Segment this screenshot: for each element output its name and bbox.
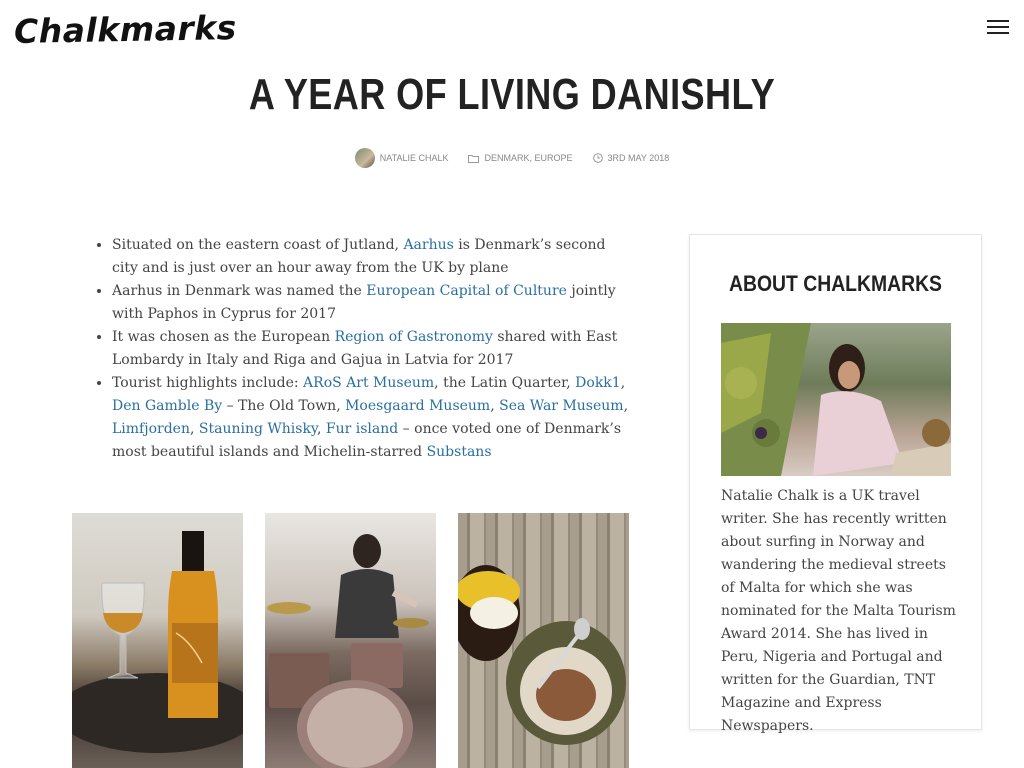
bullet-text: , <box>620 375 626 391</box>
inline-link[interactable]: European Capital of Culture <box>366 283 567 299</box>
bullet-text: Situated on the eastern coast of Jutland… <box>112 237 404 253</box>
bullet-text: Tourist highlights include: <box>112 375 304 391</box>
author-photo <box>721 323 951 476</box>
post-content: Situated on the eastern coast of Jutland… <box>92 234 632 464</box>
post-meta: NATALIE CHALK DENMARK, EUROPE 3RD MAY 20… <box>0 148 1024 168</box>
inline-link[interactable]: ARoS Art Museum <box>303 375 434 391</box>
meta-date: 3RD MAY 2018 <box>592 153 670 163</box>
bullet-text: Aarhus in Denmark was named the <box>112 283 367 299</box>
bullet-text: , <box>490 398 500 414</box>
bullet-item: Aarhus in Denmark was named the European… <box>112 280 632 326</box>
site-logo[interactable]: Chalkmarks <box>14 8 237 51</box>
about-widget: ABOUT CHALKMARKS Natalie Chalk is a UK t… <box>689 234 982 734</box>
folder-icon <box>468 154 480 163</box>
bullet-item: Tourist highlights include: ARoS Art Mus… <box>112 372 632 464</box>
bullet-text: , the Latin Quarter, <box>434 375 576 391</box>
inline-link[interactable]: Aarhus <box>403 237 453 253</box>
bullet-item: Situated on the eastern coast of Jutland… <box>112 234 632 280</box>
bullet-text: – The Old Town, <box>222 398 346 414</box>
drums-photo <box>265 513 436 768</box>
category-link[interactable]: EUROPE <box>535 153 573 163</box>
category-link[interactable]: DENMARK <box>484 153 529 163</box>
bullet-item: It was chosen as the European Region of … <box>112 326 632 372</box>
inline-link[interactable]: Sea War Museum <box>499 398 623 414</box>
inline-link[interactable]: Fur island <box>326 421 398 437</box>
inline-link[interactable]: Stauning Whisky <box>199 421 317 437</box>
inline-link[interactable]: Limfjorden <box>112 421 190 437</box>
author-avatar <box>354 148 375 168</box>
bullet-text: , <box>623 398 629 414</box>
about-bio: Natalie Chalk is a UK travel writer. She… <box>721 488 956 734</box>
widget-title: ABOUT CHALKMARKS <box>729 271 942 296</box>
hamburger-menu-icon[interactable] <box>987 18 1009 36</box>
meta-author[interactable]: NATALIE CHALK <box>354 148 449 168</box>
inline-link[interactable]: Den Gamble By <box>112 398 222 414</box>
marmite-oyster-photo <box>458 513 629 768</box>
whisky-photo <box>72 513 243 768</box>
meta-categories: DENMARK, EUROPE <box>468 153 573 163</box>
highlights-list: Situated on the eastern coast of Jutland… <box>92 234 632 464</box>
bullet-text: , <box>189 421 199 437</box>
inline-link[interactable]: Dokk1 <box>575 375 621 391</box>
bullet-text: It was chosen as the European <box>112 329 335 345</box>
clock-icon <box>592 153 603 163</box>
bullet-text: , <box>316 421 326 437</box>
inline-link[interactable]: Region of Gastronomy <box>335 329 493 345</box>
post-date: 3RD MAY 2018 <box>607 153 670 163</box>
post-title: A YEAR OF LIVING DANISHLY <box>248 70 776 119</box>
author-name[interactable]: NATALIE CHALK <box>380 153 449 163</box>
inline-link[interactable]: Moesgaard Museum <box>345 398 490 414</box>
inline-link[interactable]: Substans <box>427 444 492 460</box>
